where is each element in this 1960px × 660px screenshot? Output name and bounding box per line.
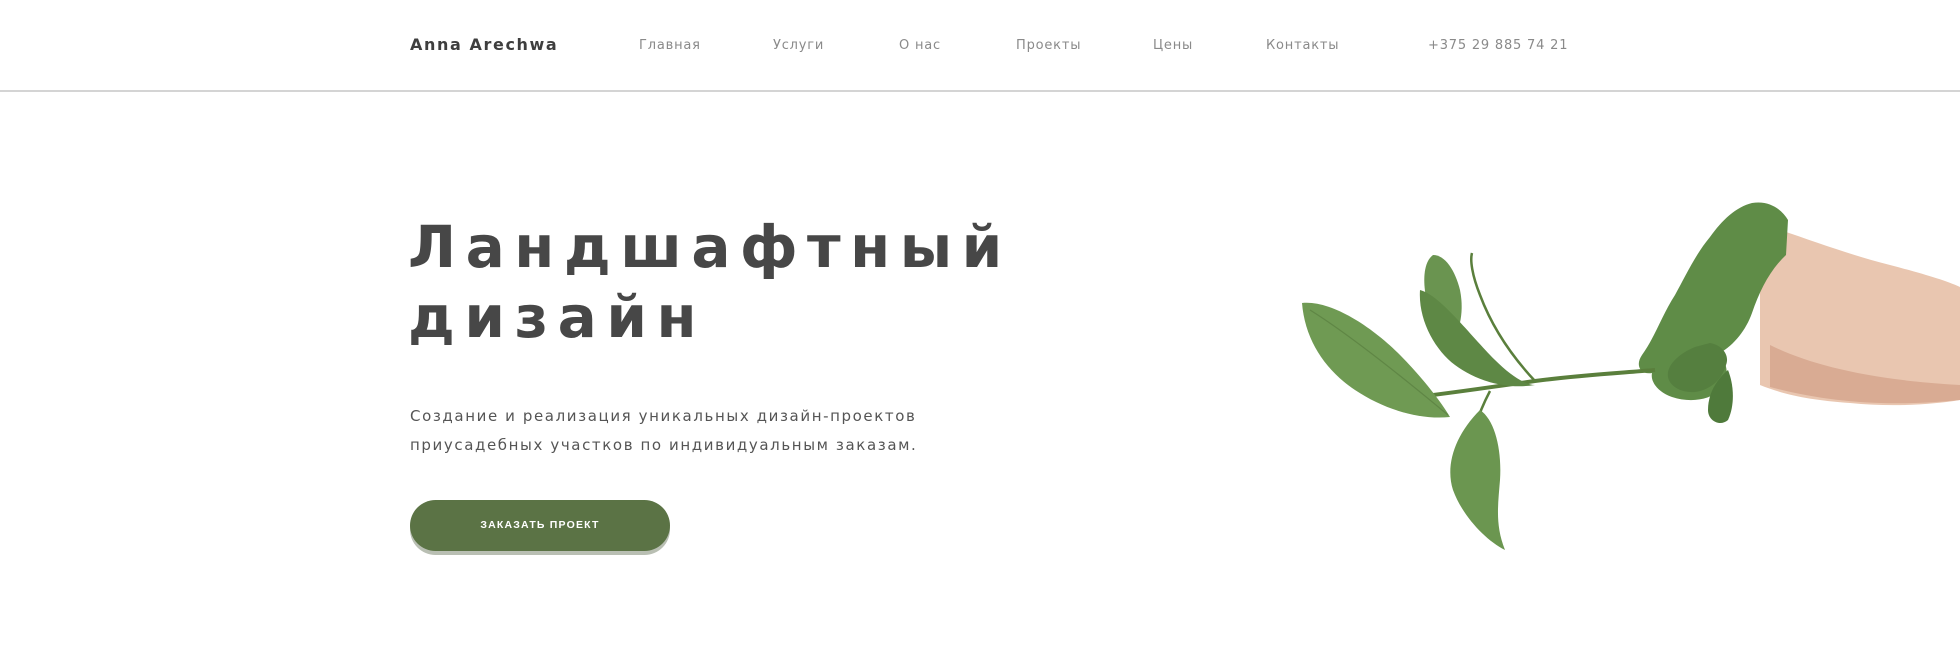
leaf-bottom <box>1450 410 1505 550</box>
hero-title: Ландшафтный дизайн <box>408 212 1012 352</box>
leaf-upper-mid <box>1419 290 1535 387</box>
landing-page: Anna Arechwa Главная Услуги О нас Проект… <box>0 0 1960 660</box>
hero-title-line: Ландшафтный <box>408 213 1012 281</box>
nav-link-prices[interactable]: Цены <box>1153 38 1193 53</box>
hero-description-line: Создание и реализация уникальных дизайн-… <box>410 407 917 425</box>
nav-link-services[interactable]: Услуги <box>773 38 824 53</box>
site-header: Anna Arechwa Главная Услуги О нас Проект… <box>0 0 1960 92</box>
hand-with-leaf-branch-image <box>1302 202 1960 550</box>
hero-description: Создание и реализация уникальных дизайн-… <box>410 402 1030 460</box>
phone-link[interactable]: +375 29 885 74 21 <box>1428 38 1568 53</box>
hero-description-line: приусадебных участков по индивидуальным … <box>410 436 918 454</box>
nav-link-about[interactable]: О нас <box>899 38 941 53</box>
nav-link-home[interactable]: Главная <box>639 38 701 53</box>
hero-title-line: дизайн <box>408 283 707 351</box>
nav-link-projects[interactable]: Проекты <box>1016 38 1081 53</box>
order-project-button[interactable]: ЗАКАЗАТЬ ПРОЕКТ <box>410 500 670 551</box>
site-logo[interactable]: Anna Arechwa <box>410 35 558 54</box>
nav-link-contacts[interactable]: Контакты <box>1266 38 1339 53</box>
